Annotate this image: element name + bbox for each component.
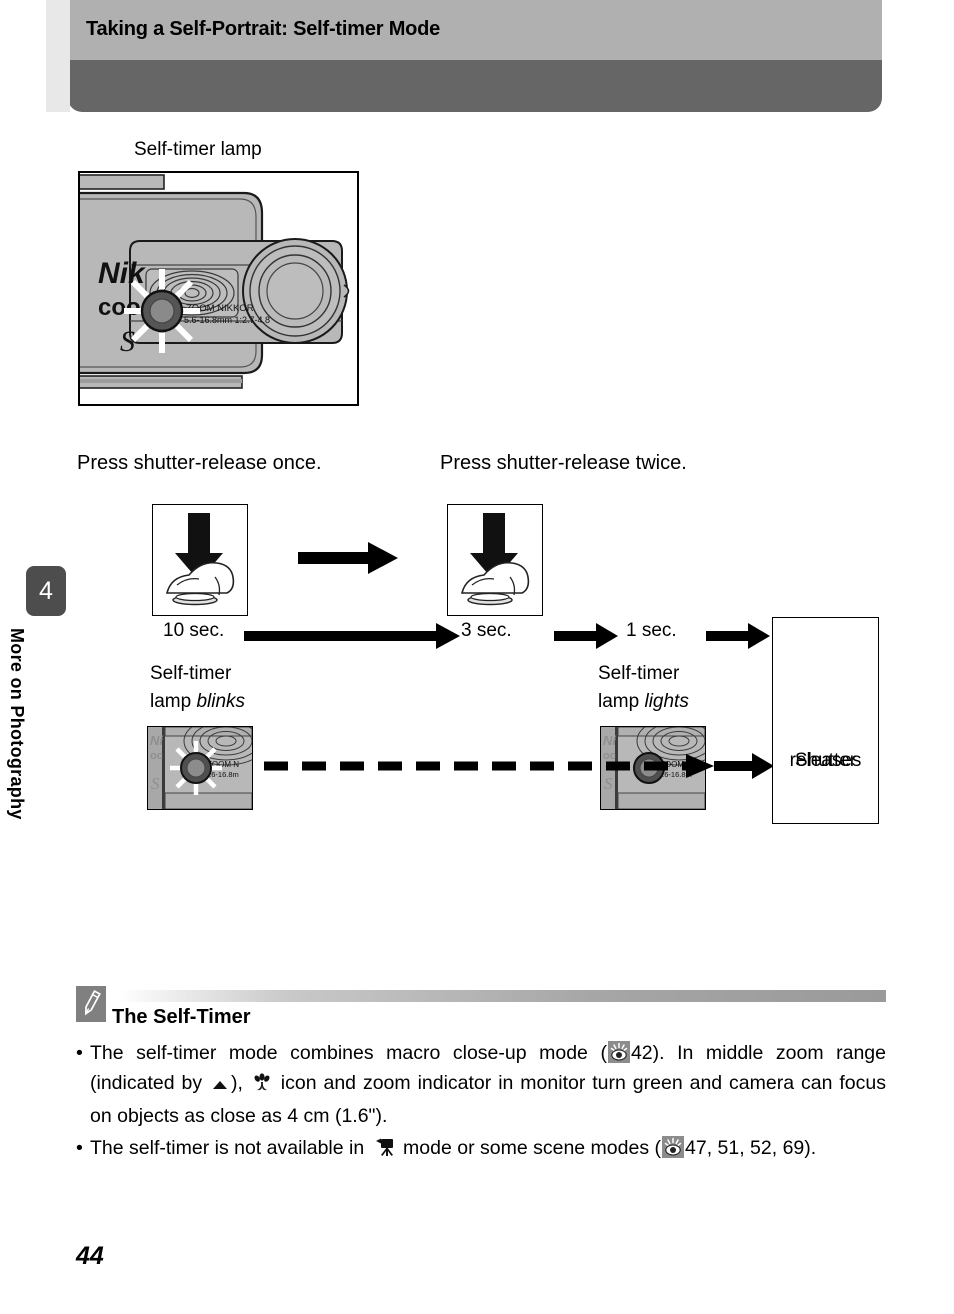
note-title: The Self-Timer	[112, 1006, 251, 1028]
pencil-icon	[76, 986, 106, 1022]
camera-front-illustration: ZOOM NIKKOR 5.6-16.8mm 1:2.7-4.8 Nik coo…	[78, 171, 359, 406]
note-bullet2-ref: 47, 51, 52, 69	[685, 1137, 805, 1159]
arrow-between-presses	[298, 542, 398, 574]
svg-text:Ni: Ni	[150, 733, 163, 748]
self-timer-lamp-caption: Self-timer lamp	[134, 139, 262, 160]
time-label-1sec: 1 sec.	[626, 620, 677, 641]
note-bullet1-text4: icon and zoom indicator in monitor turn …	[90, 1072, 886, 1127]
arrow-3-to-1	[554, 623, 618, 649]
page-ref-icon-2	[662, 1136, 684, 1158]
lamp-lights-emphasis: lights	[644, 691, 689, 712]
movie-mode-icon	[372, 1136, 396, 1166]
arrow-1-to-shutter	[706, 623, 770, 649]
shutter-press-illustration-1	[152, 504, 248, 616]
shutter-releases-line2: releases	[789, 750, 862, 771]
self-timer-lamp-highlight	[124, 269, 200, 353]
shutter-releases-text: Shutter releases	[773, 682, 878, 771]
page-ref-icon	[607, 1041, 630, 1063]
lens-text-line2: 5.6-16.8mm 1:2.7-4.8	[184, 315, 270, 325]
zoom-indicator-triangle-icon	[211, 1071, 229, 1101]
shutter-releases-box: Shutter releases	[772, 617, 879, 824]
finger-press-drawing	[165, 513, 235, 606]
press-once-caption: Press shutter-release once.	[77, 452, 322, 474]
lamp-lights-caption: Self-timer lamp lights	[598, 660, 689, 716]
time-label-10sec: 10 sec.	[163, 620, 225, 641]
note-bullet2-text1: The self-timer is not available in	[90, 1137, 370, 1159]
note-bullet1-text1: The self-timer mode combines macro close…	[90, 1042, 607, 1064]
note-gradient-bar	[118, 990, 886, 1002]
svg-text:Ni: Ni	[603, 733, 616, 748]
svg-text:S: S	[151, 774, 160, 793]
brand-coolpix: coo	[98, 294, 141, 321]
chapter-number: 4	[39, 577, 53, 605]
shutter-press-illustration-2	[447, 504, 543, 616]
page-title: Taking a Self-Portrait: Self-timer Mode	[86, 18, 441, 40]
lamp-blinks-line2: lamp blinks	[150, 688, 245, 716]
lamp-blinks-emphasis: blinks	[196, 691, 246, 712]
note-bullet-2: The self-timer is not available in mode …	[76, 1133, 886, 1166]
time-label-3sec: 3 sec.	[461, 620, 512, 641]
header-dark-band	[68, 60, 882, 112]
finger-press-drawing-2	[460, 513, 530, 606]
macro-flower-icon	[252, 1071, 272, 1101]
note-bullet2-text3: ).	[804, 1137, 817, 1159]
lamp-lights-plain: lamp	[598, 691, 645, 712]
camera-front-drawing: ZOOM NIKKOR 5.6-16.8mm 1:2.7-4.8 Nik coo…	[80, 173, 357, 404]
note-bullet2-text2: mode or some scene modes (	[397, 1137, 661, 1159]
page-number: 44	[76, 1242, 104, 1270]
chapter-tab: 4	[26, 566, 66, 616]
camera-thumbnail-lamp-blinking: Ni oc S ZOOM N 5.6-16.8m	[147, 726, 253, 810]
arrow-10-to-3	[244, 623, 460, 649]
arrow-blinks-to-lights	[264, 754, 714, 778]
arrow-lights-to-shutter	[714, 753, 774, 779]
lamp-blinks-caption: Self-timer lamp blinks	[150, 660, 245, 716]
note-bullet-1: The self-timer mode combines macro close…	[76, 1038, 886, 1131]
lamp-lights-line1: Self-timer	[598, 663, 680, 684]
note-bullet1-text3: ),	[231, 1072, 250, 1094]
brand-series: S	[120, 325, 135, 358]
header-left-notch	[46, 0, 70, 112]
chapter-label: More on Photography	[7, 628, 27, 820]
press-twice-caption: Press shutter-release twice.	[440, 452, 687, 474]
note-body: The self-timer mode combines macro close…	[76, 1038, 886, 1168]
lamp-blinks-plain: lamp	[150, 691, 197, 712]
svg-text:oc: oc	[150, 750, 163, 762]
manual-page: Taking a Self-Portrait: Self-timer Mode …	[0, 0, 954, 1314]
note-bullet1-ref: 42	[630, 1042, 653, 1064]
page-header: Taking a Self-Portrait: Self-timer Mode	[68, 0, 882, 112]
lamp-blinks-line1: Self-timer	[150, 663, 232, 684]
lamp-lights-line2: lamp lights	[598, 688, 689, 716]
